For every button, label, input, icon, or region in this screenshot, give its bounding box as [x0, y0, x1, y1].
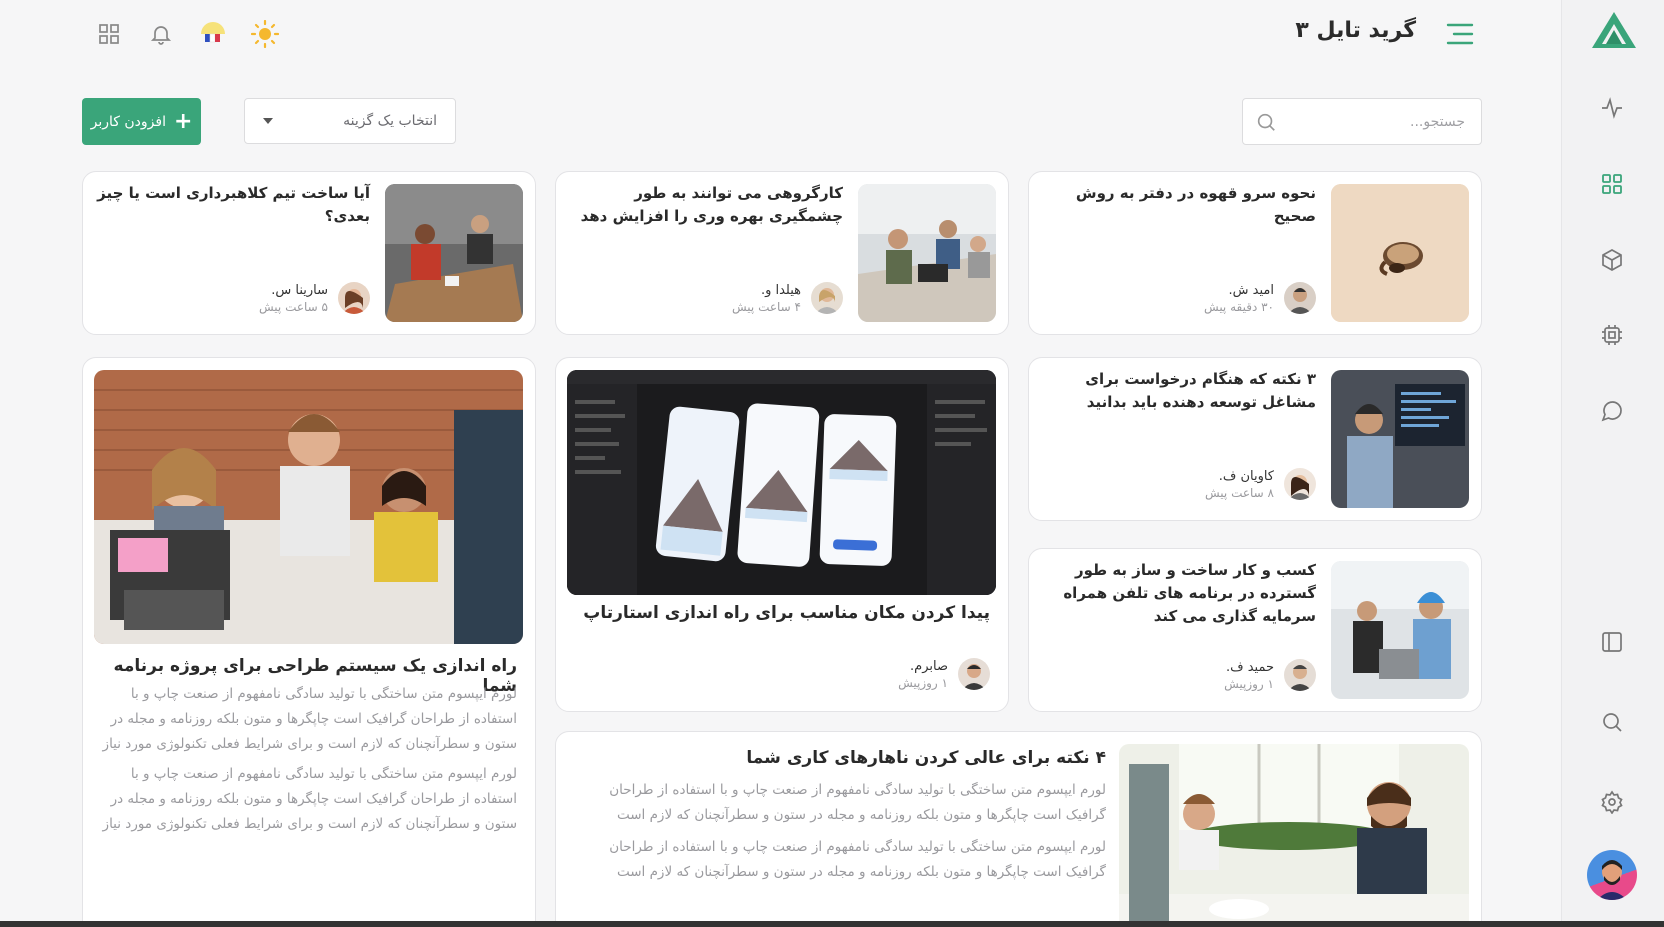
meeting-thumbnail — [385, 184, 523, 322]
user-avatar[interactable] — [1587, 850, 1637, 900]
plus-icon: + — [173, 108, 193, 134]
settings-icon[interactable] — [1598, 788, 1626, 816]
coffee-thumbnail — [1331, 184, 1469, 322]
box-icon[interactable] — [1598, 246, 1626, 274]
chat-icon[interactable] — [1598, 397, 1626, 425]
post-time: ۴ ساعت پیش — [732, 299, 801, 314]
page-title: گرید تایل ۳ — [1295, 18, 1416, 43]
author-name: حمید ف. — [1225, 659, 1274, 675]
article-card[interactable]: آیا ساخت تیم کلاهبرداری است یا چیز بعدی؟… — [82, 171, 536, 335]
select-placeholder: انتخاب یک گزینه — [343, 113, 437, 129]
language-flag-icon[interactable] — [199, 20, 227, 48]
search-icon[interactable] — [1598, 708, 1626, 736]
taskbar-strip — [0, 921, 1664, 927]
design-team-image — [94, 370, 523, 644]
bell-icon[interactable] — [147, 20, 175, 48]
feature-paragraph: لورم ایپسوم متن ساختگی با تولید سادگی نا… — [102, 766, 517, 832]
apps-grid-icon[interactable] — [95, 20, 123, 48]
developer-thumbnail — [1331, 370, 1469, 508]
menu-icon[interactable] — [1445, 20, 1475, 48]
card-title: آیا ساخت تیم کلاهبرداری است یا چیز بعدی؟ — [97, 184, 370, 225]
feature-article-card[interactable]: ۴ نکته برای عالی کردن ناهارهای کاری شما … — [555, 731, 1482, 927]
author-name: کاویان ف. — [1218, 468, 1274, 484]
card-author: هیلدا و. ۴ ساعت پیش — [732, 282, 843, 314]
card-title: ۳ نکته که هنگام درخواست برای مشاغل توسعه… — [1085, 370, 1316, 411]
author-avatar — [338, 282, 370, 314]
post-time: ۱ روزپیش — [898, 675, 948, 690]
card-title: کسب و کار ساخت و ساز به طور گسترده در بر… — [1063, 561, 1316, 625]
activity-icon[interactable] — [1598, 94, 1626, 122]
post-time: ۸ ساعت پیش — [1205, 485, 1274, 500]
article-card[interactable]: کارگروهی می توانند به طور چشمگیری بهره و… — [555, 171, 1009, 335]
feature-title: ۴ نکته برای عالی کردن ناهارهای کاری شما — [746, 748, 1106, 768]
card-author: صابرم. ۱ روزپیش — [898, 658, 990, 690]
cpu-icon[interactable] — [1598, 321, 1626, 349]
sidebar — [1561, 0, 1664, 927]
search-icon — [1257, 113, 1275, 131]
author-avatar — [958, 658, 990, 690]
feature-article-card[interactable]: راه اندازی یک سیستم طراحی برای پروژه برن… — [82, 357, 536, 927]
card-title: پیدا کردن مکان مناسب برای راه اندازی است… — [583, 603, 990, 623]
card-title: نحوه سرو قهوه در دفتر به روش صحیح — [1075, 184, 1316, 225]
article-card[interactable]: پیدا کردن مکان مناسب برای راه اندازی است… — [555, 357, 1009, 712]
author-name: سارینا س. — [271, 282, 328, 298]
chevron-down-icon — [263, 118, 273, 124]
author-name: صابرم. — [910, 658, 948, 674]
article-card[interactable]: ۳ نکته که هنگام درخواست برای مشاغل توسعه… — [1028, 357, 1482, 521]
author-avatar — [1284, 282, 1316, 314]
author-name: هیلدا و. — [760, 282, 801, 298]
feature-paragraph: لورم ایپسوم متن ساختگی با تولید سادگی نا… — [609, 782, 1106, 823]
add-user-button[interactable]: + افزودن کاربر — [82, 98, 201, 145]
post-time: ۱ روزپیش — [1224, 676, 1274, 691]
feature-paragraph: لورم ایپسوم متن ساختگی با تولید سادگی نا… — [102, 686, 517, 752]
author-avatar — [1284, 468, 1316, 500]
article-card[interactable]: نحوه سرو قهوه در دفتر به روش صحیح امید ش… — [1028, 171, 1482, 335]
business-lunch-image — [1119, 744, 1469, 927]
post-time: ۵ ساعت پیش — [259, 299, 328, 314]
logo[interactable] — [1590, 10, 1638, 52]
office-team-thumbnail — [858, 184, 996, 322]
card-author: کاویان ف. ۸ ساعت پیش — [1205, 468, 1316, 500]
card-author: امید ش. ۳۰ دقیقه پیش — [1204, 282, 1316, 314]
option-select[interactable]: انتخاب یک گزینه — [244, 98, 456, 144]
card-author: سارینا س. ۵ ساعت پیش — [259, 282, 370, 314]
sun-icon[interactable] — [251, 20, 279, 48]
add-user-label: افزودن کاربر — [90, 113, 166, 130]
layout-icon[interactable] — [1598, 628, 1626, 656]
card-title: کارگروهی می توانند به طور چشمگیری بهره و… — [580, 184, 843, 225]
search-input[interactable] — [1243, 99, 1481, 144]
post-time: ۳۰ دقیقه پیش — [1204, 299, 1274, 314]
design-app-thumbnail — [567, 370, 996, 595]
feature-paragraph: لورم ایپسوم متن ساختگی با تولید سادگی نا… — [609, 839, 1106, 880]
search-box[interactable] — [1242, 98, 1482, 145]
grid-icon[interactable] — [1598, 170, 1626, 198]
author-avatar — [811, 282, 843, 314]
author-avatar — [1284, 659, 1316, 691]
author-name: امید ش. — [1228, 282, 1274, 298]
article-card[interactable]: کسب و کار ساخت و ساز به طور گسترده در بر… — [1028, 548, 1482, 712]
card-author: حمید ف. ۱ روزپیش — [1224, 659, 1316, 691]
construction-thumbnail — [1331, 561, 1469, 699]
